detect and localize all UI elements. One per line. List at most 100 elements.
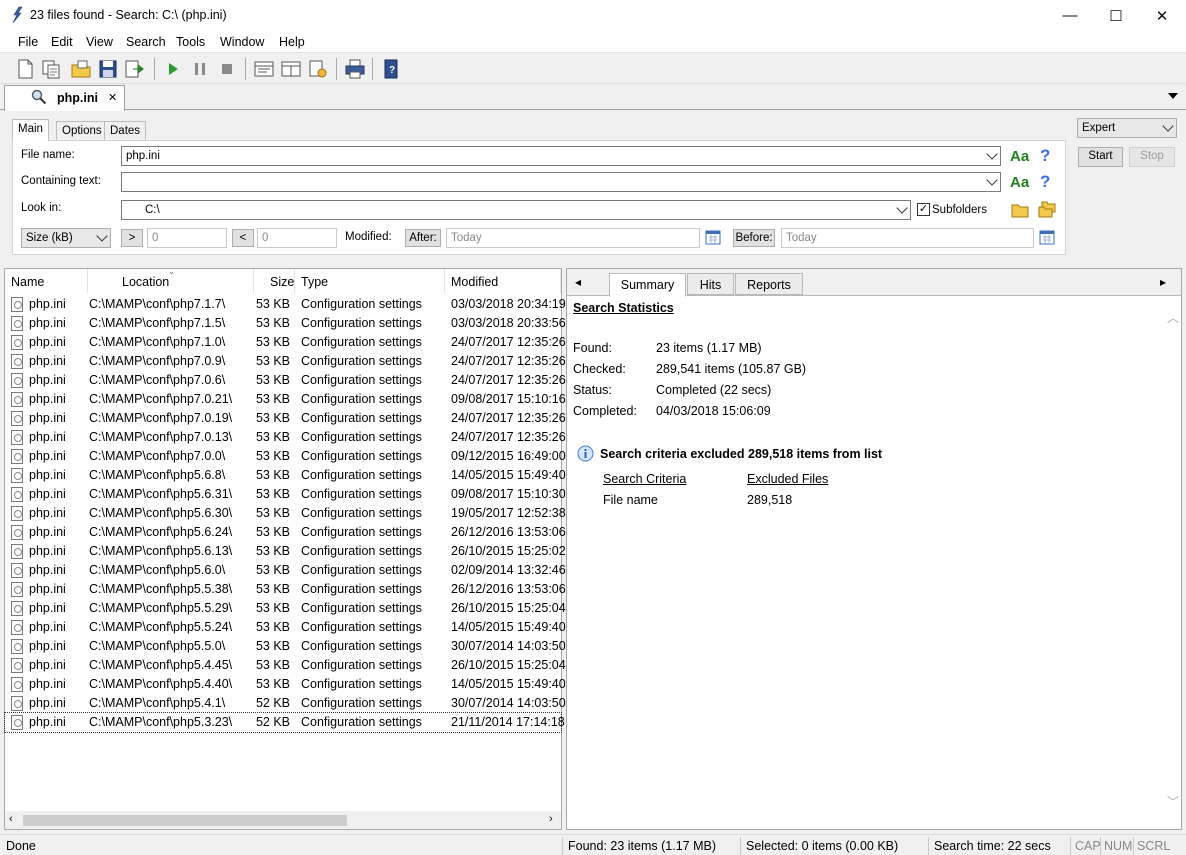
- close-window-button[interactable]: ✕: [1139, 0, 1185, 31]
- vertical-scrollbar[interactable]: ︿ ﹀: [1163, 309, 1181, 814]
- menu-search[interactable]: Search: [126, 35, 166, 49]
- tab-summary[interactable]: Summary: [609, 273, 686, 297]
- column-header-modified[interactable]: Modified: [445, 269, 561, 293]
- tab-reports[interactable]: Reports: [735, 273, 803, 295]
- case-sensitive-icon[interactable]: Aa: [1010, 148, 1029, 165]
- scroll-up-icon[interactable]: ︿: [1167, 309, 1179, 326]
- new-search-icon[interactable]: [14, 58, 36, 80]
- tab-close-button[interactable]: ✕: [108, 91, 117, 104]
- tab-hits[interactable]: Hits: [687, 273, 734, 295]
- table-row[interactable]: php.ini C:\MAMP\conf\php5.5.24\ 53 KB Confi…: [5, 618, 566, 637]
- column-header-name[interactable]: Name: [5, 269, 88, 293]
- calendar-icon[interactable]: [1039, 229, 1055, 245]
- results-view-icon[interactable]: [253, 58, 275, 80]
- before-button[interactable]: Before:: [733, 229, 775, 247]
- table-row[interactable]: php.ini C:\MAMP\conf\php7.1.0\ 53 KB Config…: [5, 333, 566, 352]
- export-icon[interactable]: [124, 58, 146, 80]
- stop-icon[interactable]: [216, 58, 238, 80]
- table-row[interactable]: php.ini C:\MAMP\conf\php7.0.9\ 53 KB Config…: [5, 352, 566, 371]
- table-row[interactable]: php.ini C:\MAMP\conf\php5.6.24\ 53 KB Confi…: [5, 523, 566, 542]
- table-row[interactable]: php.ini C:\MAMP\conf\php5.4.40\ 53 KB Confi…: [5, 675, 566, 694]
- table-row[interactable]: php.ini C:\MAMP\conf\php7.1.7\ 53 KB Config…: [5, 295, 566, 314]
- case-sensitive-icon[interactable]: Aa: [1010, 174, 1029, 191]
- greater-than-button[interactable]: >: [121, 229, 143, 247]
- min-size-field[interactable]: 0: [147, 228, 227, 248]
- menu-edit[interactable]: Edit: [51, 35, 73, 49]
- table-row[interactable]: php.ini C:\MAMP\conf\php5.5.38\ 53 KB Confi…: [5, 580, 566, 599]
- start-search-icon[interactable]: [162, 58, 184, 80]
- table-row[interactable]: php.ini C:\MAMP\conf\php5.6.8\ 53 KB Config…: [5, 466, 566, 485]
- tab-php-ini[interactable]: php.ini ✕: [4, 85, 125, 111]
- table-row[interactable]: php.ini C:\MAMP\conf\php5.6.13\ 53 KB Confi…: [5, 542, 566, 561]
- calendar-icon[interactable]: [705, 229, 721, 245]
- minimize-button[interactable]: —: [1047, 0, 1093, 31]
- stop-button[interactable]: Stop: [1129, 147, 1175, 167]
- chevron-down-icon[interactable]: [1162, 120, 1174, 132]
- chevron-down-icon[interactable]: [986, 174, 998, 186]
- copy-search-icon[interactable]: [40, 58, 62, 80]
- containing-text-field[interactable]: [121, 172, 1001, 192]
- column-header-type[interactable]: Type: [295, 269, 445, 293]
- tab-scroll-left-icon[interactable]: ◂: [575, 275, 581, 289]
- menu-window[interactable]: Window: [220, 35, 264, 49]
- horizontal-scrollbar[interactable]: ‹ ›: [5, 811, 561, 829]
- table-row[interactable]: php.ini C:\MAMP\conf\php5.5.0\ 53 KB Config…: [5, 637, 566, 656]
- maximize-button[interactable]: ☐: [1093, 0, 1139, 31]
- settings-doc-icon[interactable]: [307, 58, 329, 80]
- look-in-field[interactable]: C:\: [121, 200, 911, 220]
- table-row[interactable]: php.ini C:\MAMP\conf\php7.0.13\ 53 KB Confi…: [5, 428, 566, 447]
- print-icon[interactable]: [344, 58, 366, 80]
- chevron-down-icon[interactable]: [986, 148, 998, 160]
- table-row[interactable]: php.ini C:\MAMP\conf\php5.6.0\ 53 KB Config…: [5, 561, 566, 580]
- column-header-size[interactable]: Size: [254, 269, 295, 293]
- start-button[interactable]: Start: [1078, 147, 1123, 167]
- help-icon[interactable]: ?: [1040, 172, 1050, 192]
- scroll-left-icon[interactable]: ‹: [9, 813, 13, 825]
- max-size-field[interactable]: 0: [257, 228, 337, 248]
- help-icon[interactable]: ?: [1040, 146, 1050, 166]
- scroll-lock-indicator: SCRL: [1137, 839, 1171, 853]
- chevron-down-icon[interactable]: [96, 230, 108, 242]
- menu-tools[interactable]: Tools: [176, 35, 205, 49]
- table-row[interactable]: php.ini C:\MAMP\conf\php7.0.6\ 53 KB Config…: [5, 371, 566, 390]
- tab-list-dropdown-icon[interactable]: [1168, 93, 1178, 99]
- table-row[interactable]: php.ini C:\MAMP\conf\php7.0.19\ 53 KB Confi…: [5, 409, 566, 428]
- menu-file[interactable]: File: [18, 35, 38, 49]
- cell-modified: 14/05/2015 15:49:40: [451, 468, 566, 482]
- after-button[interactable]: After:: [405, 229, 441, 247]
- table-row[interactable]: php.ini C:\MAMP\conf\php5.5.29\ 53 KB Confi…: [5, 599, 566, 618]
- size-unit-select[interactable]: Size (kB): [21, 228, 111, 248]
- tab-dates[interactable]: Dates: [104, 121, 147, 141]
- before-date-field[interactable]: Today: [781, 228, 1034, 248]
- table-row[interactable]: php.ini C:\MAMP\conf\php7.1.5\ 53 KB Config…: [5, 314, 566, 333]
- layout-icon[interactable]: [280, 58, 302, 80]
- table-row[interactable]: php.ini C:\MAMP\conf\php5.4.45\ 53 KB Confi…: [5, 656, 566, 675]
- menu-view[interactable]: View: [86, 35, 113, 49]
- table-row[interactable]: php.ini C:\MAMP\conf\php5.6.31\ 53 KB Confi…: [5, 485, 566, 504]
- tab-scroll-right-icon[interactable]: ▸: [1160, 275, 1166, 289]
- folder-icon[interactable]: [1011, 202, 1029, 218]
- save-icon[interactable]: [97, 58, 119, 80]
- chevron-down-icon[interactable]: [896, 202, 908, 214]
- file-name-field[interactable]: php.ini: [121, 146, 1001, 166]
- pause-icon[interactable]: [189, 58, 211, 80]
- tab-options[interactable]: Options: [56, 121, 108, 141]
- help-book-icon[interactable]: ?: [380, 58, 402, 80]
- table-row[interactable]: php.ini C:\MAMP\conf\php5.3.23\ 52 KB Confi…: [4, 712, 565, 733]
- scroll-down-icon[interactable]: ﹀: [1167, 793, 1179, 810]
- folders-icon[interactable]: [1038, 201, 1056, 218]
- scrollbar-thumb[interactable]: [23, 815, 347, 826]
- menu-help[interactable]: Help: [279, 35, 305, 49]
- open-folder-icon[interactable]: [70, 58, 92, 80]
- tab-main[interactable]: Main: [12, 119, 49, 141]
- subfolders-checkbox[interactable]: ✓: [917, 203, 930, 216]
- table-row[interactable]: php.ini C:\MAMP\conf\php5.6.30\ 53 KB Confi…: [5, 504, 566, 523]
- table-row[interactable]: php.ini C:\MAMP\conf\php7.0.0\ 53 KB Config…: [5, 447, 566, 466]
- less-than-button[interactable]: <: [232, 229, 254, 247]
- column-header-location[interactable]: Location ⌄: [88, 267, 254, 293]
- after-date-field[interactable]: Today: [446, 228, 700, 248]
- mode-select[interactable]: Expert: [1077, 118, 1177, 138]
- table-row[interactable]: php.ini C:\MAMP\conf\php7.0.21\ 53 KB Confi…: [5, 390, 566, 409]
- scroll-right-icon[interactable]: ›: [549, 813, 553, 825]
- table-row[interactable]: php.ini C:\MAMP\conf\php5.4.1\ 52 KB Config…: [5, 694, 566, 713]
